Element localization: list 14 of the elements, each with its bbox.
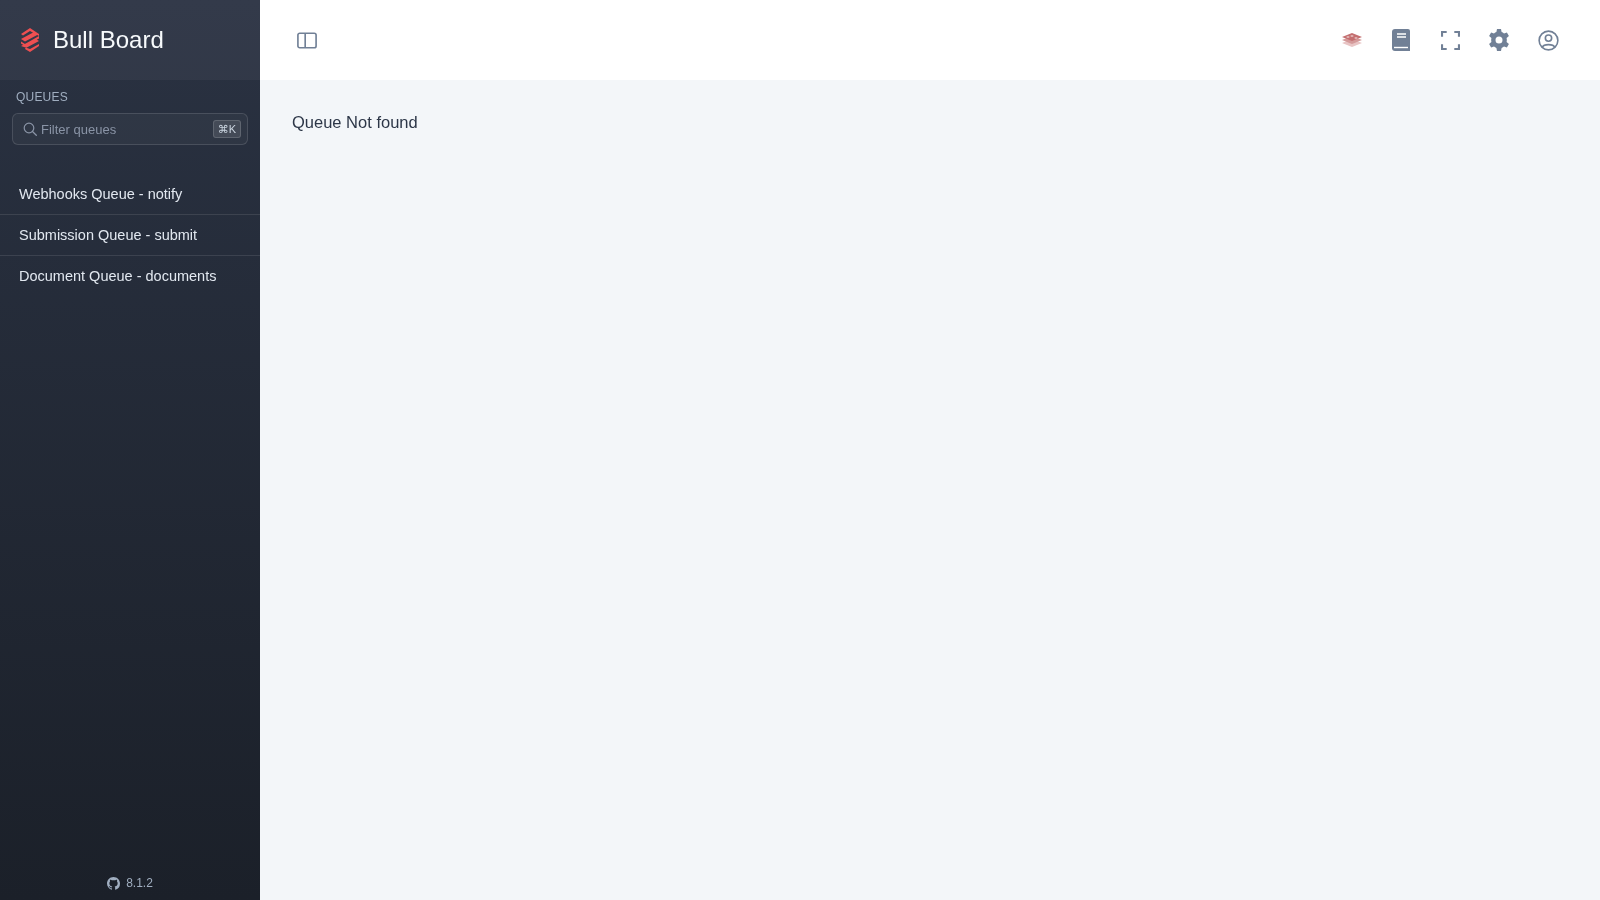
section-label: QUEUES — [16, 90, 68, 104]
user-circle-icon — [1537, 29, 1559, 51]
book-icon — [1392, 29, 1410, 51]
search-icon — [23, 122, 37, 136]
shortcut-key: ⌘K — [212, 120, 241, 138]
queue-link[interactable]: Webhooks Queue - notify — [0, 173, 260, 214]
stacked-layers-icon — [1341, 33, 1363, 47]
fullscreen-icon — [1440, 30, 1460, 50]
version-link[interactable]: 8.1.2 — [107, 876, 153, 890]
settings-icon — [1489, 29, 1509, 51]
not-found-message: Queue Not found — [292, 113, 418, 132]
app-title: Bull Board — [53, 26, 164, 54]
panel-icon — [297, 31, 317, 49]
github-icon — [107, 876, 121, 890]
